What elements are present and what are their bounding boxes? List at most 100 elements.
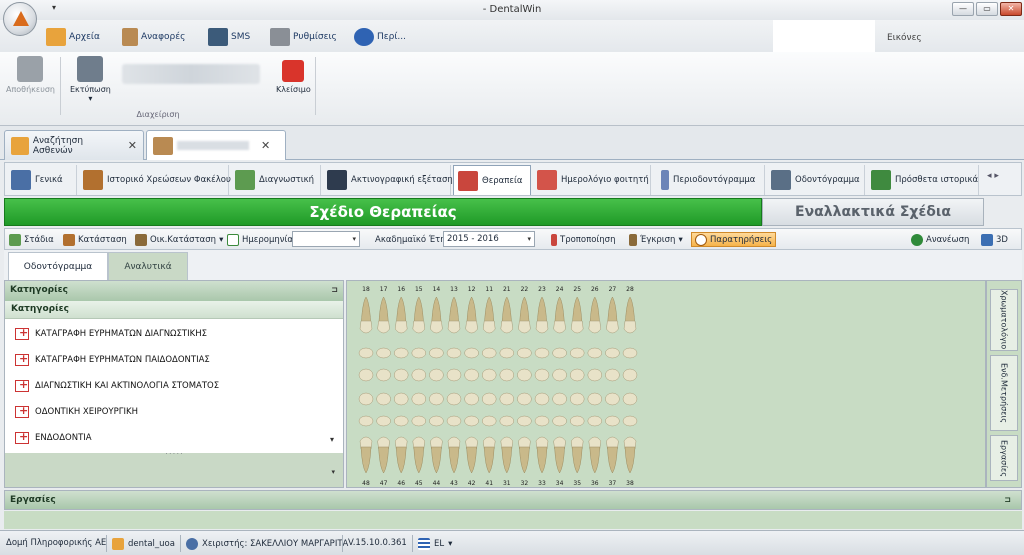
remarks-button[interactable]: Παρατηρήσεις xyxy=(691,232,777,247)
date-picker[interactable]: ▾ xyxy=(292,231,360,247)
category-item[interactable]: ΚΑΤΑΓΡΑΦΗ ΕΥΡΗΜΑΤΩΝ ΠΑΙΔΟΔΟΝΤΙΑΣ xyxy=(5,347,343,373)
categories-panel-header: Κατηγορίες ⊐ xyxy=(5,281,343,301)
tooth-chart[interactable]: 18 17 16 15 14 13 12 11 21 22 23 24 25 26 27 28 48 47 46 45… xyxy=(346,280,986,488)
tab-endo-measurements[interactable]: Ενδ.Μετρήσεις xyxy=(990,355,1018,431)
menu-files[interactable]: Αρχεία xyxy=(46,26,100,48)
info-icon xyxy=(354,28,374,46)
close-record-button[interactable]: Κλείσιμο xyxy=(276,56,311,94)
close-window-button[interactable]: ✕ xyxy=(1000,2,1022,16)
printer-icon xyxy=(77,56,104,82)
tab-shade-guide[interactable]: Χρωματολόγιο xyxy=(990,289,1018,351)
tab-general[interactable]: Γενικά xyxy=(7,165,77,195)
tooth-occlusal xyxy=(464,347,479,359)
print-button[interactable]: Εκτύπωση ▾ xyxy=(70,56,111,103)
tooth-occlusal xyxy=(411,347,427,359)
tooth-crown xyxy=(412,320,426,334)
tooth-occlusal xyxy=(411,415,427,427)
scroll-down-arrow[interactable]: ▾ xyxy=(330,435,334,444)
menu-settings[interactable]: Ρυθμίσεις xyxy=(270,26,337,48)
print-label: Εκτύπωση xyxy=(70,85,111,94)
date-checkbox[interactable]: Ημερομηνία xyxy=(227,232,293,247)
tab-patient-search[interactable]: Αναζήτηση Ασθενών ✕ xyxy=(4,130,144,160)
briefcase-icon xyxy=(83,170,103,190)
refresh-button[interactable]: Ανανέωση xyxy=(911,232,969,247)
tooth-number: 26 xyxy=(591,286,599,293)
tab-diagnostics[interactable]: Διαγνωστική xyxy=(231,165,321,195)
minimize-button[interactable]: — xyxy=(952,2,974,16)
menu-label: Περί... xyxy=(377,32,406,42)
tab-xray[interactable]: Ακτινογραφική εξέταση xyxy=(323,165,453,195)
tooth-root xyxy=(536,446,548,474)
app-window: ▾ - DentalWin — ▭ ✕ Αρχεία Αναφορές SMS … xyxy=(0,0,1024,555)
tab-billing-history[interactable]: Ιστορικό Χρεώσεων Φακέλου xyxy=(79,165,231,195)
view-3d-button[interactable]: 3D xyxy=(981,232,1008,247)
academic-year-select[interactable]: 2015 - 2016 ▾ xyxy=(443,231,535,247)
tooth-root xyxy=(360,446,372,474)
tab-additional-history[interactable]: Πρόσθετα ιστορικά xyxy=(867,165,979,195)
tab-tasks-side[interactable]: Εργασίες xyxy=(990,435,1018,481)
side-tabs: Χρωματολόγιο Ενδ.Μετρήσεις Εργασίες xyxy=(986,280,1022,488)
language-selector[interactable]: EL ▾ xyxy=(418,538,452,550)
category-item[interactable]: ΔΙΑΓΝΩΣΤΙΚΗ ΚΑΙ ΑΚΤΙΝΟΛΟΓΙΑ ΣΤΟΜΑΤΟΣ xyxy=(5,373,343,399)
title-bar: ▾ - DentalWin — ▭ ✕ xyxy=(0,0,1024,20)
category-label: ΟΔΟΝΤΙΚΗ ΧΕΙΡΟΥΡΓΙΚΗ xyxy=(35,407,138,417)
tooth-chart-svg[interactable]: 18 17 16 15 14 13 12 11 21 22 23 24 25 26 27 28 48 47 46 45… xyxy=(347,281,987,489)
tooth-number: 48 xyxy=(362,480,370,487)
tab-analytics-view[interactable]: Αναλυτικά xyxy=(108,252,188,280)
tab-label: Ημερολόγιο φοιτητή xyxy=(561,175,649,185)
pin-icon[interactable]: ⊐ xyxy=(331,285,338,294)
treatment-plan-header[interactable]: Σχέδιο Θεραπείας xyxy=(4,198,762,226)
app-menu-orb[interactable] xyxy=(3,2,37,36)
approval-button[interactable]: Έγκριση ▾ xyxy=(629,232,683,247)
modification-button[interactable]: Τροποποίηση xyxy=(551,232,615,247)
tooth-number: 44 xyxy=(433,480,441,487)
tooth-number: 18 xyxy=(362,286,370,293)
print-dropdown-arrow[interactable]: ▾ xyxy=(88,94,92,103)
category-item[interactable]: ΟΔΟΝΤΙΚΗ ΧΕΙΡΟΥΡΓΙΚΗ xyxy=(5,399,343,425)
tab-odontogram-view[interactable]: Οδοντόγραμμα xyxy=(8,252,108,280)
tab-periodontogram[interactable]: Περιοδοντόγραμμα xyxy=(657,165,765,195)
subtabs: Οδοντόγραμμα Αναλυτικά xyxy=(4,250,1022,280)
tab-odontogram[interactable]: Οδοντόγραμμα xyxy=(767,165,865,195)
tooth-occlusal xyxy=(569,368,585,382)
menu-reports[interactable]: Αναφορές xyxy=(122,26,185,48)
tooth-occlusal xyxy=(552,415,567,427)
tooth-number: 45 xyxy=(415,480,423,487)
medical-kit-icon xyxy=(15,404,29,418)
tab-student-calendar[interactable]: Ημερολόγιο φοιτητή xyxy=(533,165,651,195)
save-button[interactable]: Αποθήκευση xyxy=(6,56,55,94)
financial-status-button[interactable]: Οικ.Κατάσταση ▾ xyxy=(135,232,223,247)
pin-icon[interactable]: ⊐ xyxy=(1004,495,1011,504)
tooth-occlusal xyxy=(429,392,444,406)
medical-kit-icon xyxy=(15,430,29,444)
menu-about[interactable]: Περί... xyxy=(354,26,406,48)
database-indicator: dental_uoa xyxy=(112,538,175,550)
tab-scroll-arrows[interactable]: ◂ ▸ xyxy=(987,171,999,181)
restore-button[interactable]: ▭ xyxy=(976,2,998,16)
tab-patient-record[interactable]: ✕ xyxy=(146,130,286,160)
tooth-number: 22 xyxy=(521,286,529,293)
lower-dropdown-area[interactable]: ▾ xyxy=(5,459,343,487)
alternative-plans-header[interactable]: Εναλλακτικά Σχέδια xyxy=(762,198,984,226)
category-item[interactable]: ΚΑΤΑΓΡΑΦΗ ΕΥΡΗΜΑΤΩΝ ΔΙΑΓΝΩΣΤΙΚΗΣ xyxy=(5,321,343,347)
financial-icon xyxy=(135,233,147,246)
tab-images[interactable]: Εικόνες xyxy=(887,33,922,43)
magnifier-icon xyxy=(695,233,707,246)
tab-label: Διαγνωστική xyxy=(259,175,314,185)
toolbar-label: Κατάσταση xyxy=(78,234,127,245)
close-tab-icon[interactable]: ✕ xyxy=(128,139,137,152)
tasks-panel-header[interactable]: Εργασίες ⊐ xyxy=(4,490,1022,510)
blurred-field xyxy=(122,64,260,84)
status-button[interactable]: Κατάσταση xyxy=(63,232,127,247)
menu-sms[interactable]: SMS xyxy=(208,26,250,48)
stages-button[interactable]: Στάδια xyxy=(9,232,54,247)
category-item[interactable]: ΕΝΔΟΔΟΝΤΙΑ xyxy=(5,425,343,451)
toolbar-label: 3D xyxy=(996,234,1008,245)
tab-label: Ιστορικό Χρεώσεων Φακέλου xyxy=(107,175,231,185)
close-tab-icon[interactable]: ✕ xyxy=(261,139,270,152)
category-label: ΔΙΑΓΝΩΣΤΙΚΗ ΚΑΙ ΑΚΤΙΝΟΛΟΓΙΑ ΣΤΟΜΑΤΟΣ xyxy=(35,381,220,391)
category-label: ΕΝΔΟΔΟΝΤΙΑ xyxy=(35,433,92,443)
language-code: EL xyxy=(434,539,445,549)
tooth-occlusal xyxy=(534,415,550,427)
tab-treatment[interactable]: Θεραπεία xyxy=(453,165,531,195)
